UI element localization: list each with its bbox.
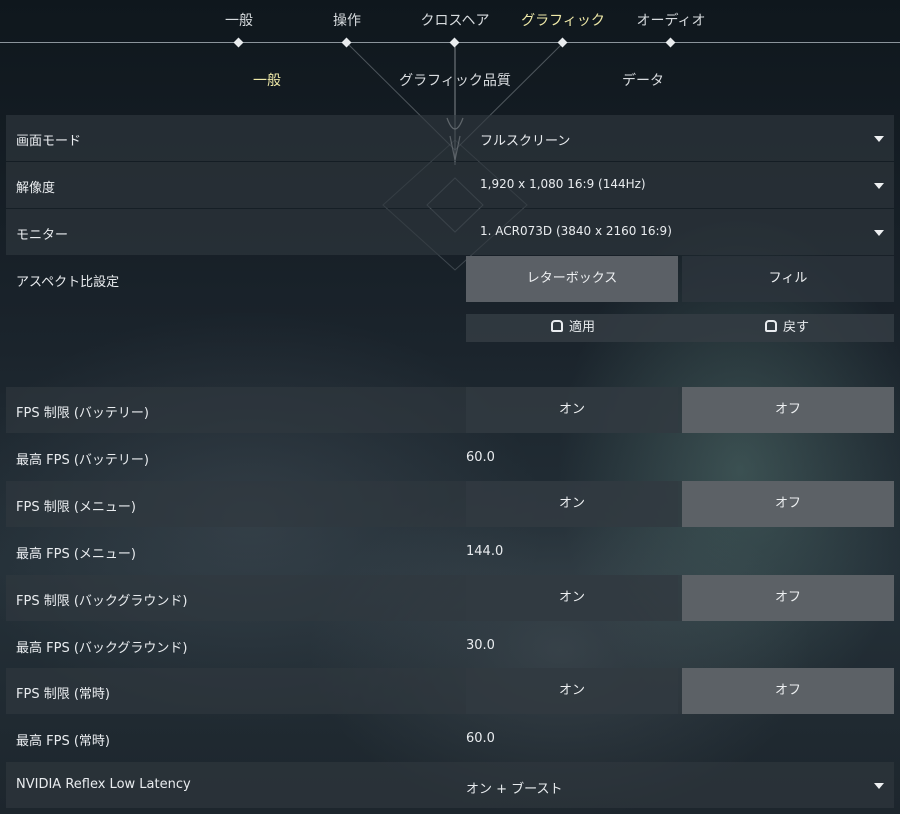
- tab-marker-icon: [557, 37, 568, 48]
- aspect-ratio-label: アスペクト比設定: [16, 275, 120, 290]
- fps-limit-background-label: FPS 制限 (バックグラウンド): [16, 594, 188, 609]
- max-fps-background-label: 最高 FPS (バックグラウンド): [16, 641, 188, 656]
- max-fps-always-value[interactable]: 60.0: [466, 731, 495, 746]
- max-fps-always-label: 最高 FPS (常時): [16, 734, 110, 749]
- fps-limit-always-label: FPS 制限 (常時): [16, 687, 110, 702]
- display-mode-label: 画面モード: [16, 134, 82, 149]
- fps-background-off-button[interactable]: オフ: [682, 575, 894, 621]
- display-mode-row[interactable]: 画面モード フルスクリーン: [6, 115, 894, 161]
- dropdown-caret-icon[interactable]: [874, 230, 884, 236]
- subtab-data[interactable]: データ: [573, 70, 713, 90]
- fps-limit-menu-label: FPS 制限 (メニュー): [16, 500, 136, 515]
- aspect-ratio-row: アスペクト比設定 レターボックス フィル: [6, 256, 894, 302]
- apply-revert-bar: 適用 戻す: [466, 314, 894, 342]
- max-fps-battery-row: 最高 FPS (バッテリー) 60.0: [6, 434, 894, 480]
- max-fps-menu-label: 最高 FPS (メニュー): [16, 547, 136, 562]
- tab-controls[interactable]: 操作: [297, 10, 397, 48]
- tab-general[interactable]: 一般: [189, 10, 289, 48]
- max-fps-background-value[interactable]: 30.0: [466, 638, 495, 653]
- tab-marker-icon: [665, 37, 676, 48]
- monitor-row[interactable]: モニター 1. ACR073D (3840 x 2160 16:9): [6, 209, 894, 255]
- fps-background-on-button[interactable]: オン: [466, 575, 678, 621]
- lock-icon: [764, 320, 777, 332]
- fps-always-on-button[interactable]: オン: [466, 668, 678, 714]
- fps-limit-menu-row: FPS 制限 (メニュー) オン オフ: [6, 481, 894, 527]
- dropdown-caret-icon[interactable]: [874, 136, 884, 142]
- tab-graphics[interactable]: グラフィック: [513, 10, 613, 48]
- dropdown-caret-icon[interactable]: [874, 783, 884, 789]
- fps-limit-battery-label: FPS 制限 (バッテリー): [16, 406, 149, 421]
- fps-menu-on-button[interactable]: オン: [466, 481, 678, 527]
- tab-audio[interactable]: オーディオ: [621, 10, 721, 48]
- fps-limit-background-row: FPS 制限 (バックグラウンド) オン オフ: [6, 575, 894, 621]
- nvidia-reflex-row[interactable]: NVIDIA Reflex Low Latency オン + ブースト: [6, 762, 894, 808]
- tab-crosshair[interactable]: クロスヘア: [405, 10, 505, 48]
- max-fps-battery-label: 最高 FPS (バッテリー): [16, 453, 149, 468]
- display-mode-value[interactable]: フルスクリーン: [480, 130, 570, 149]
- tab-marker-icon: [341, 37, 352, 48]
- fps-battery-on-button[interactable]: オン: [466, 387, 678, 433]
- max-fps-menu-value[interactable]: 144.0: [466, 544, 503, 559]
- dropdown-caret-icon[interactable]: [874, 183, 884, 189]
- resolution-row[interactable]: 解像度 1,920 x 1,080 16:9 (144Hz): [6, 162, 894, 208]
- lock-icon: [550, 320, 563, 332]
- tab-marker-icon: [233, 37, 244, 48]
- max-fps-battery-value[interactable]: 60.0: [466, 450, 495, 465]
- nvidia-reflex-value[interactable]: オン + ブースト: [466, 778, 563, 797]
- monitor-label: モニター: [16, 228, 69, 243]
- letterbox-button[interactable]: レターボックス: [466, 256, 678, 302]
- fps-menu-off-button[interactable]: オフ: [682, 481, 894, 527]
- revert-button[interactable]: 戻す: [680, 314, 894, 342]
- max-fps-background-row: 最高 FPS (バックグラウンド) 30.0: [6, 622, 894, 668]
- subtab-general[interactable]: 一般: [197, 70, 337, 90]
- fill-button[interactable]: フィル: [682, 256, 894, 302]
- fps-limit-always-row: FPS 制限 (常時) オン オフ: [6, 668, 894, 714]
- fps-limit-battery-row: FPS 制限 (バッテリー) オン オフ: [6, 387, 894, 433]
- monitor-value[interactable]: 1. ACR073D (3840 x 2160 16:9): [480, 224, 672, 238]
- max-fps-always-row: 最高 FPS (常時) 60.0: [6, 715, 894, 761]
- top-navigation: 一般 操作 クロスヘア グラフィック オーディオ: [0, 0, 900, 48]
- apply-button[interactable]: 適用: [466, 314, 680, 342]
- subtab-graphics-quality[interactable]: グラフィック品質: [385, 70, 525, 90]
- resolution-label: 解像度: [16, 181, 56, 196]
- max-fps-menu-row: 最高 FPS (メニュー) 144.0: [6, 528, 894, 574]
- nvidia-reflex-label: NVIDIA Reflex Low Latency: [16, 777, 191, 792]
- resolution-value[interactable]: 1,920 x 1,080 16:9 (144Hz): [480, 177, 646, 191]
- fps-always-off-button[interactable]: オフ: [682, 668, 894, 714]
- tab-marker-icon: [449, 37, 460, 48]
- fps-battery-off-button[interactable]: オフ: [682, 387, 894, 433]
